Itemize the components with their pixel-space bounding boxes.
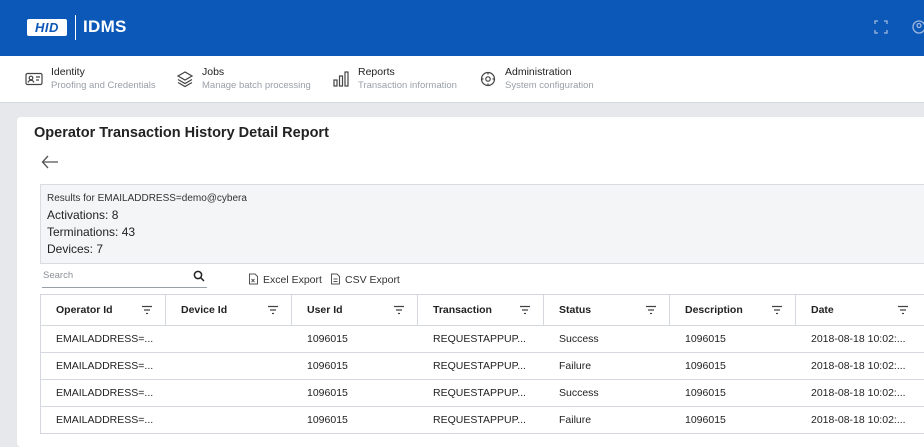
table-row[interactable]: EMAILADDRESS=... 1096015 REQUESTAPPUP...… — [40, 407, 924, 434]
id-card-icon — [25, 70, 43, 88]
cell-device-id — [166, 326, 292, 352]
gear-icon — [479, 70, 497, 88]
filter-icon[interactable] — [519, 305, 531, 315]
bar-chart-icon — [332, 70, 350, 88]
cell-operator-id: EMAILADDRESS=... — [40, 380, 166, 406]
column-header-label: Operator Id — [56, 304, 113, 316]
cell-transaction: REQUESTAPPUP... — [433, 414, 526, 426]
column-header-label: Transaction — [433, 304, 492, 316]
cell-operator-id: EMAILADDRESS=... — [40, 353, 166, 379]
nav-title: Administration — [505, 66, 572, 78]
cell-device-id — [166, 380, 292, 406]
activations-count: Activations: 8 — [47, 208, 119, 222]
column-header-status[interactable]: Status — [544, 295, 670, 325]
column-header-description[interactable]: Description — [670, 295, 796, 325]
terminations-count: Terminations: 43 — [47, 225, 136, 239]
devices-count: Devices: 7 — [47, 242, 104, 256]
main-nav: Identity Proofing and Credentials Jobs M… — [0, 56, 924, 103]
cell-status: Success — [559, 387, 599, 399]
cell-date: 2018-08-18 10:02:... — [811, 360, 906, 372]
column-header-date[interactable]: Date — [796, 295, 924, 325]
column-header-user-id[interactable]: User Id — [292, 295, 418, 325]
results-query: Results for EMAILADDRESS=demo@cybera — [47, 193, 247, 204]
cell-user-id: 1096015 — [307, 414, 348, 426]
cell-operator-id: EMAILADDRESS=... — [40, 407, 166, 433]
filter-icon[interactable] — [645, 305, 657, 315]
column-header-label: Description — [685, 304, 743, 316]
nav-subtitle: Proofing and Credentials — [51, 80, 156, 91]
fullscreen-icon[interactable] — [874, 20, 888, 37]
nav-title: Jobs — [202, 66, 225, 78]
filter-icon[interactable] — [771, 305, 783, 315]
column-header-operator-id[interactable]: Operator Id — [40, 295, 166, 325]
filter-icon[interactable] — [141, 305, 153, 315]
nav-subtitle: Transaction information — [358, 80, 457, 91]
cell-status: Failure — [559, 360, 592, 372]
cell-description: 1096015 — [685, 387, 726, 399]
app-name: IDMS — [83, 17, 127, 36]
cell-description: 1096015 — [685, 414, 726, 426]
logo-separator — [75, 15, 76, 40]
csv-export-button[interactable]: CSV Export — [330, 273, 400, 286]
back-arrow-icon[interactable] — [40, 153, 62, 173]
cell-device-id — [166, 353, 292, 379]
search-icon[interactable] — [193, 269, 205, 282]
csv-file-icon — [331, 273, 340, 285]
search-box — [42, 267, 207, 288]
cell-date: 2018-08-18 10:02:... — [811, 414, 906, 426]
excel-export-label: Excel Export — [263, 274, 322, 286]
excel-export-button[interactable]: Excel Export — [248, 273, 322, 286]
column-header-transaction[interactable]: Transaction — [418, 295, 544, 325]
column-header-label: Date — [811, 304, 834, 316]
cell-status: Success — [559, 333, 599, 345]
cell-transaction: REQUESTAPPUP... — [433, 333, 526, 345]
search-input[interactable] — [43, 270, 183, 281]
hid-logo: HID — [27, 19, 67, 36]
cell-user-id: 1096015 — [307, 333, 348, 345]
cell-user-id: 1096015 — [307, 387, 348, 399]
cell-status: Failure — [559, 414, 592, 426]
top-bar: HID IDMS — [0, 0, 924, 56]
cell-transaction: REQUESTAPPUP... — [433, 387, 526, 399]
column-header-label: Device Id — [181, 304, 228, 316]
table-row[interactable]: EMAILADDRESS=... 1096015 REQUESTAPPUP...… — [40, 380, 924, 407]
cell-description: 1096015 — [685, 360, 726, 372]
cell-device-id — [166, 407, 292, 433]
csv-export-label: CSV Export — [345, 274, 400, 286]
cell-transaction: REQUESTAPPUP... — [433, 360, 526, 372]
layers-icon — [176, 70, 194, 88]
table-row[interactable]: EMAILADDRESS=... 1096015 REQUESTAPPUP...… — [40, 353, 924, 380]
nav-subtitle: System configuration — [505, 80, 594, 91]
column-header-label: User Id — [307, 304, 343, 316]
cell-user-id: 1096015 — [307, 360, 348, 372]
filter-icon[interactable] — [897, 305, 909, 315]
user-icon[interactable] — [912, 20, 924, 37]
results-summary: Results for EMAILADDRESS=demo@cybera Act… — [40, 184, 924, 264]
nav-title: Identity — [51, 66, 85, 78]
table-header-row: Operator Id Device Id User Id Transactio… — [40, 295, 924, 326]
cell-description: 1096015 — [685, 333, 726, 345]
column-header-label: Status — [559, 304, 592, 316]
filter-icon[interactable] — [267, 305, 279, 315]
excel-file-icon — [249, 273, 258, 285]
column-header-device-id[interactable]: Device Id — [166, 295, 292, 325]
cell-date: 2018-08-18 10:02:... — [811, 333, 906, 345]
transactions-table: Operator Id Device Id User Id Transactio… — [40, 294, 924, 434]
table-row[interactable]: EMAILADDRESS=... 1096015 REQUESTAPPUP...… — [40, 326, 924, 353]
filter-icon[interactable] — [393, 305, 405, 315]
cell-operator-id: EMAILADDRESS=... — [40, 326, 166, 352]
page-title: Operator Transaction History Detail Repo… — [34, 125, 329, 141]
nav-title: Reports — [358, 66, 395, 78]
nav-subtitle: Manage batch processing — [202, 80, 311, 91]
cell-date: 2018-08-18 10:02:... — [811, 387, 906, 399]
